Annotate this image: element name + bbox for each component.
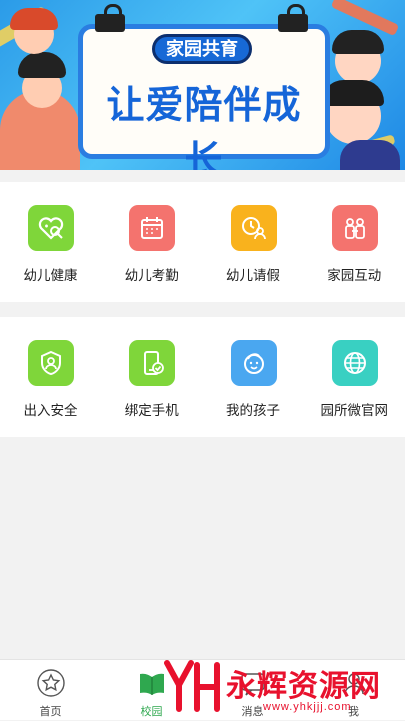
menu-item-label: 园所微官网 (320, 403, 389, 418)
menu-item-label: 幼儿请假 (226, 268, 280, 283)
star-icon (37, 669, 65, 697)
watermark: 永辉资源网 www.yhkjjj.com (163, 657, 403, 720)
menu-item-label: 家园互动 (327, 268, 382, 283)
watermark-text: 永辉资源网 (226, 670, 381, 703)
people-icon (331, 205, 378, 251)
parent-illustration-hair (322, 80, 384, 106)
globe-icon (331, 340, 378, 386)
child-illustration-hair (18, 52, 66, 78)
parent-illustration-body (340, 140, 400, 170)
calendar-icon (129, 205, 176, 251)
feature-card-row-2: 出入安全 绑定手机 我的孩子 园所微官网 (0, 317, 405, 437)
menu-item-label: 绑定手机 (124, 403, 179, 418)
menu-item-child-health[interactable]: 幼儿健康 (0, 182, 101, 302)
child-face-icon (230, 340, 277, 386)
menu-item-label: 幼儿考勤 (124, 268, 179, 283)
menu-item-label: 出入安全 (23, 403, 78, 418)
phone-check-icon (129, 340, 176, 386)
watermark-logo-icon (164, 660, 220, 712)
banner-tag: 家园共育 (152, 34, 252, 64)
menu-item-attendance[interactable]: 幼儿考勤 (101, 182, 202, 302)
binder-clip-icon (95, 4, 125, 32)
menu-item-entry-safety[interactable]: 出入安全 (0, 317, 101, 437)
menu-item-label: 我的孩子 (226, 403, 280, 418)
menu-item-bind-phone[interactable]: 绑定手机 (101, 317, 202, 437)
menu-item-home-school[interactable]: 家园互动 (304, 182, 405, 302)
menu-item-school-website[interactable]: 园所微官网 (304, 317, 405, 437)
watermark-url: www.yhkjjj.com (263, 701, 352, 713)
banner-slogan: 让爱陪伴成长 (106, 85, 302, 170)
tab-label: 首页 (39, 706, 62, 718)
child-illustration-hair (10, 8, 58, 30)
tab-home[interactable]: 首页 (0, 660, 101, 721)
heart-search-icon (28, 205, 74, 251)
feature-card-row-1: 幼儿健康 幼儿考勤 幼儿请假 家园互动 (0, 182, 405, 302)
shield-user-icon (28, 340, 74, 386)
menu-item-leave-request[interactable]: 幼儿请假 (203, 182, 304, 302)
menu-item-my-child[interactable]: 我的孩子 (203, 317, 304, 437)
clock-person-icon (230, 205, 277, 251)
binder-clip-icon (278, 4, 308, 32)
menu-item-label: 幼儿健康 (23, 268, 78, 283)
hero-banner[interactable]: 家园共育 让爱陪伴成长 (0, 0, 405, 170)
child-illustration-hair (332, 30, 384, 54)
